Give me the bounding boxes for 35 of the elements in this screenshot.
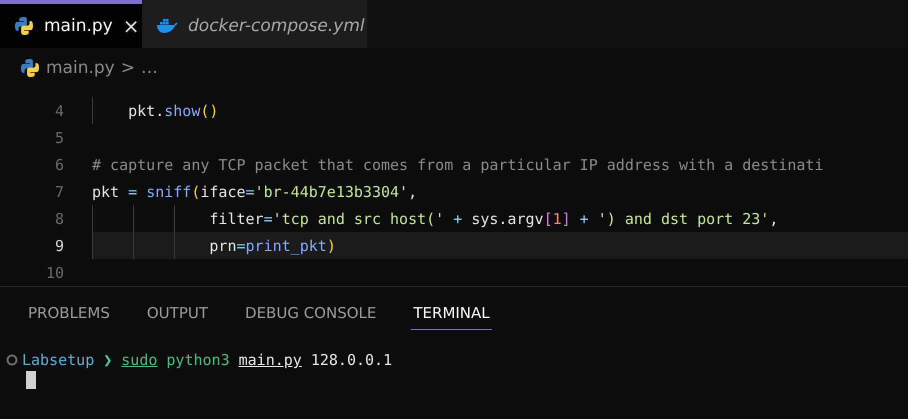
- terminal-text: ❯: [103, 351, 112, 369]
- breadcrumb-item[interactable]: …: [140, 58, 158, 78]
- tab-label: docker-compose.yml: [188, 16, 365, 36]
- file-tab[interactable]: docker-compose.yml: [142, 0, 367, 48]
- code-line: # capture any TCP packet that comes from a particular IP address with a destinati: [92, 156, 824, 174]
- terminal-text: 128.0.0.1: [310, 351, 392, 369]
- circle-icon: [6, 354, 18, 366]
- terminal-text: sudo: [121, 351, 158, 369]
- code-line: pkt = sniff(iface='br-44b7e13b3304',: [92, 182, 418, 200]
- panel-tab[interactable]: DEBUG CONSOLE: [243, 301, 378, 330]
- breadcrumb-separator: >: [120, 58, 135, 78]
- code-line: prn=print_pkt): [208, 236, 336, 254]
- whale-icon: [156, 18, 178, 34]
- panel-tab[interactable]: PROBLEMS: [26, 301, 112, 330]
- line-number: 9: [54, 236, 65, 254]
- line-number: 4: [54, 102, 65, 120]
- line-number: 10: [44, 264, 65, 282]
- terminal-cursor: [26, 371, 36, 389]
- breadcrumb-file[interactable]: main.py: [46, 58, 115, 78]
- file-tab[interactable]: main.py ×: [0, 0, 142, 48]
- python-icon: [20, 58, 40, 78]
- terminal-text: python3: [166, 351, 230, 369]
- terminal-text: Labsetup: [22, 351, 94, 369]
- line-number: 6: [54, 156, 65, 174]
- line-number: 7: [54, 182, 65, 200]
- line-number: 5: [54, 128, 65, 146]
- code-line: pkt.show(): [127, 102, 218, 120]
- tab-label: main.py: [44, 16, 113, 36]
- panel-tab[interactable]: TERMINAL: [411, 301, 492, 330]
- close-icon[interactable]: ×: [122, 14, 140, 38]
- code-line: filter='tcp and src host(' + sys.argv[1] + ') and dst port 23',: [208, 210, 778, 228]
- terminal-text: main.py: [238, 351, 302, 369]
- python-icon: [14, 16, 34, 36]
- panel-tab[interactable]: OUTPUT: [144, 301, 210, 330]
- line-number: 8: [54, 210, 65, 228]
